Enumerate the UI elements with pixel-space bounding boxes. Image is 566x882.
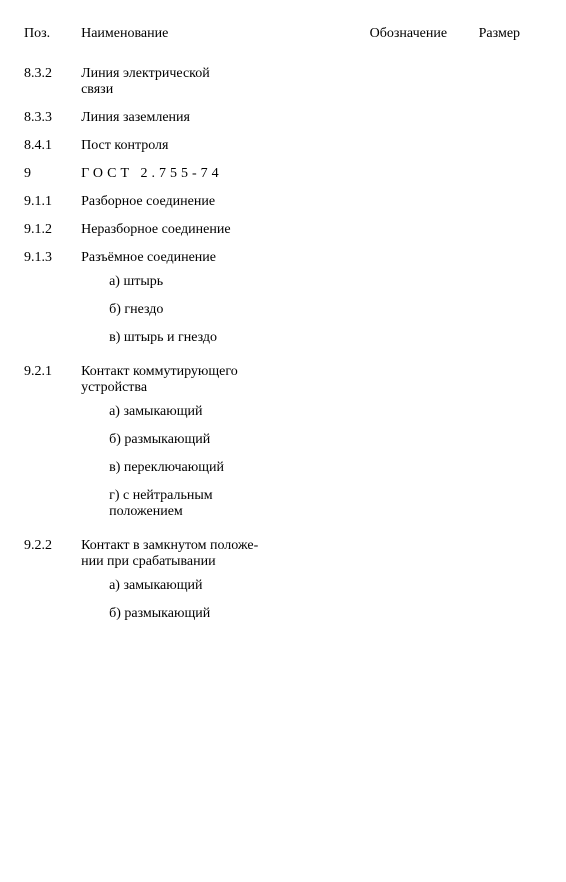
- col-header-size: Размер: [475, 20, 546, 60]
- cell-size: [475, 188, 546, 216]
- sub-list-item: а) замыкающий: [109, 398, 338, 426]
- table-row: 9.1.1Разборное соединение: [20, 188, 546, 216]
- sub-list-item: а) штырь: [109, 268, 338, 296]
- cell-pos: 8.3.3: [20, 104, 77, 132]
- cell-name: Пост контроля: [77, 132, 342, 160]
- sub-list-item: в) штырь и гнездо: [109, 324, 338, 352]
- cell-symbol: [342, 358, 475, 532]
- sub-list-item: г) с нейтральнымположением: [109, 482, 338, 526]
- cell-name: Неразборное соединение: [77, 216, 342, 244]
- cell-name: Разборное соединение: [77, 188, 342, 216]
- cell-pos: 9.1.2: [20, 216, 77, 244]
- cell-pos: 9.2.1: [20, 358, 77, 532]
- cell-pos: 8.4.1: [20, 132, 77, 160]
- col-header-symbol: Обозначение: [342, 20, 475, 60]
- table-row: 9.2.2Контакт в замкнутом положе-нии при …: [20, 532, 546, 634]
- sub-list: а) замыкающийб) размыкающий: [81, 572, 338, 628]
- document-page: { "columns": { "pos": "Поз.", "name": "Н…: [0, 0, 566, 882]
- cell-size: [475, 104, 546, 132]
- cell-name: Разъёмное соединениеа) штырьб) гнездов) …: [77, 244, 342, 358]
- cell-size: [475, 358, 546, 532]
- cell-symbol: [342, 244, 475, 358]
- sub-list-item: б) гнездо: [109, 296, 338, 324]
- cell-name: Контакт коммутирующегоустройстваа) замык…: [77, 358, 342, 532]
- cell-size: [475, 160, 546, 188]
- table-body: 8.3.2Линия электрическойсвязи8.3.3Линия …: [20, 60, 546, 634]
- cell-symbol: [342, 60, 475, 104]
- col-header-name: Наименование: [77, 20, 342, 60]
- cell-name: Линия электрическойсвязи: [77, 60, 342, 104]
- sub-list-item: б) размыкающий: [109, 600, 338, 628]
- cell-size: [475, 532, 546, 634]
- cell-symbol: [342, 104, 475, 132]
- cell-pos: 9.2.2: [20, 532, 77, 634]
- section-row: 9ГОСТ 2.755-74: [20, 160, 546, 188]
- cell-pos: 9.1.1: [20, 188, 77, 216]
- table-row: 9.1.3Разъёмное соединениеа) штырьб) гнез…: [20, 244, 546, 358]
- cell-size: [475, 132, 546, 160]
- sub-list-item: б) размыкающий: [109, 426, 338, 454]
- cell-symbol: [342, 532, 475, 634]
- sub-list-item: в) переключающий: [109, 454, 338, 482]
- cell-pos: 9.1.3: [20, 244, 77, 358]
- cell-pos: 9: [20, 160, 77, 188]
- table-row: 8.3.2Линия электрическойсвязи: [20, 60, 546, 104]
- sub-list-item: а) замыкающий: [109, 572, 338, 600]
- table-row: 9.2.1Контакт коммутирующегоустройстваа) …: [20, 358, 546, 532]
- col-header-pos: Поз.: [20, 20, 77, 60]
- table-row: 8.3.3Линия заземления: [20, 104, 546, 132]
- cell-size: [475, 60, 546, 104]
- cell-size: [475, 244, 546, 358]
- sub-list: а) замыкающийб) размыкающийв) переключаю…: [81, 398, 338, 526]
- cell-size: [475, 216, 546, 244]
- cell-symbol: [342, 216, 475, 244]
- table-row: 9.1.2Неразборное соединение: [20, 216, 546, 244]
- sub-list: а) штырьб) гнездов) штырь и гнездо: [81, 268, 338, 352]
- cell-pos: 8.3.2: [20, 60, 77, 104]
- cell-symbol: [342, 188, 475, 216]
- cell-name: ГОСТ 2.755-74: [77, 160, 342, 188]
- cell-name: Линия заземления: [77, 104, 342, 132]
- table-row: 8.4.1Пост контроля: [20, 132, 546, 160]
- cell-symbol: [342, 132, 475, 160]
- spec-table: Поз. Наименование Обозначение Размер 8.3…: [20, 20, 546, 634]
- table-header-row: Поз. Наименование Обозначение Размер: [20, 20, 546, 60]
- cell-name: Контакт в замкнутом положе-нии при сраба…: [77, 532, 342, 634]
- cell-symbol: [342, 160, 475, 188]
